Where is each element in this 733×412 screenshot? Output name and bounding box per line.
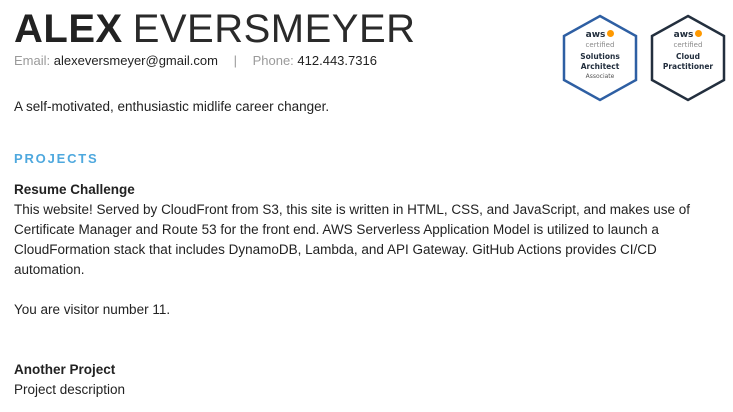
badge-level: Associate	[585, 73, 615, 80]
badge-role-line1: Cloud	[676, 52, 700, 61]
certification-badges: aws certified Solutions Architect Associ…	[560, 14, 730, 102]
project-description: This website! Served by CloudFront from …	[14, 202, 691, 277]
contact-separator: |	[233, 53, 237, 68]
project-title: Another Project	[14, 362, 116, 377]
aws-cloud-practitioner-badge[interactable]: aws certified Cloud Practitioner	[648, 14, 728, 102]
tagline: A self-motivated, enthusiastic midlife c…	[14, 99, 330, 114]
project-title: Resume Challenge	[14, 182, 135, 197]
page-title: ALEX EVERSMEYER	[14, 6, 416, 52]
badge-role-line1: Solutions	[580, 52, 620, 61]
aws-logo-icon: aws	[648, 30, 728, 40]
visitor-counter: You are visitor number 11.	[14, 302, 171, 317]
email-label: Email:	[14, 53, 51, 68]
resume-page: ALEX EVERSMEYER Email: alexeversmeyer@gma…	[0, 0, 733, 412]
phone-number[interactable]: 412.443.7316	[297, 53, 377, 68]
contact-line: Email: alexeversmeyer@gmail.com | Phone:…	[14, 52, 377, 70]
projects-heading: PROJECTS	[14, 151, 99, 166]
last-name: EVERSMEYER	[132, 7, 416, 51]
email-address[interactable]: alexeversmeyer@gmail.com	[54, 53, 218, 68]
badge-certified-label: certified	[585, 41, 615, 49]
aws-solutions-architect-badge[interactable]: aws certified Solutions Architect Associ…	[560, 14, 640, 102]
badge-role-line2: Architect	[580, 62, 620, 71]
project-description: Project description	[14, 382, 126, 397]
phone-label: Phone:	[252, 53, 294, 68]
badge-role-line2: Practitioner	[662, 62, 714, 71]
first-name: ALEX	[14, 7, 123, 51]
badge-certified-label: certified	[673, 41, 703, 49]
aws-logo-icon: aws	[560, 30, 640, 40]
